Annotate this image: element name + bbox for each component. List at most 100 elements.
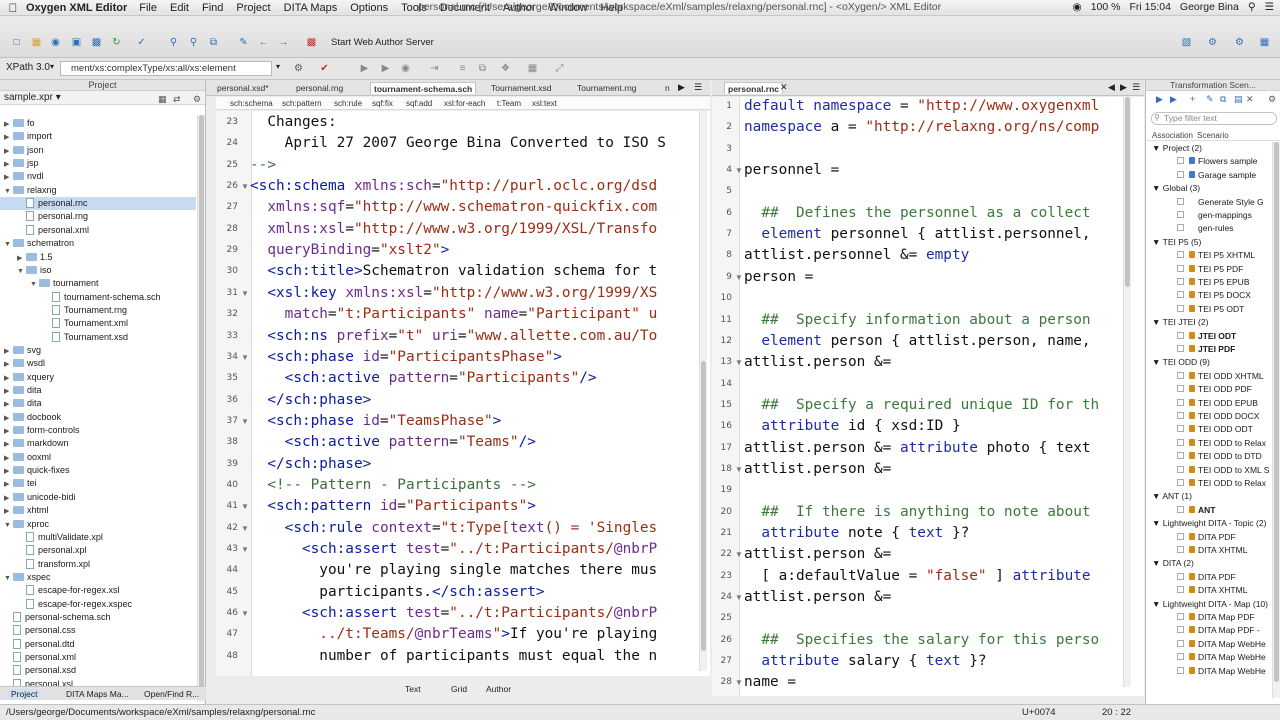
tab-scroll-icon[interactable]: ▶ — [678, 82, 685, 93]
duplicate-scenario-icon[interactable]: ⧉ — [1220, 94, 1226, 105]
chevron-down-icon[interactable]: ▾ — [276, 62, 280, 71]
chevron-right-icon[interactable]: ▶ — [4, 452, 13, 465]
tree-item[interactable]: personal.rng — [0, 210, 196, 223]
breadcrumb-item[interactable]: sch:schema — [230, 97, 273, 110]
scenario-item[interactable]: TEI P5 PDF — [1177, 263, 1243, 276]
chevron-down-icon[interactable]: ▼ — [1152, 357, 1163, 367]
tree-item[interactable]: personal-schema.sch — [0, 611, 196, 624]
scenario-group[interactable]: ▼ ANT (1) — [1152, 490, 1192, 503]
tree-item[interactable]: ▼ relaxng — [0, 184, 196, 197]
scenario-item[interactable]: TEI ODD XHTML — [1177, 370, 1264, 383]
link-editor-icon[interactable]: ⇄ — [173, 94, 181, 105]
scenario-item[interactable]: TEI P5 XHTML — [1177, 249, 1255, 262]
fold-toggle-icon[interactable]: ▼ — [241, 502, 249, 511]
scenario-item[interactable]: DITA XHTML — [1177, 584, 1247, 597]
scenario-checkbox[interactable] — [1177, 586, 1184, 594]
chevron-down-icon[interactable]: ▼ — [4, 572, 13, 585]
chevron-right-icon[interactable]: ▶ — [4, 478, 13, 491]
search-icon[interactable]: ⚲ — [1248, 1, 1256, 13]
scenario-checkbox[interactable] — [1177, 639, 1184, 647]
chevron-down-icon[interactable]: ▼ — [17, 265, 26, 278]
column-scenario[interactable]: Scenario — [1197, 131, 1229, 140]
xpath-input[interactable]: ment/xs:complexType/xs:all/xs:element — [60, 61, 272, 76]
app-name-menu[interactable]: Oxygen XML Editor — [26, 2, 127, 14]
fold-toggle-icon[interactable]: ▼ — [735, 166, 743, 175]
tree-item[interactable]: ▶ xquery — [0, 371, 196, 384]
tree-item[interactable]: ▼ tournament — [0, 277, 196, 290]
scenario-item[interactable]: TEI ODD ODT — [1177, 423, 1253, 436]
save-all-icon[interactable]: ▩ — [90, 36, 103, 49]
breadcrumb-item[interactable]: sqf:fix — [372, 97, 393, 110]
scenario-checkbox[interactable] — [1177, 278, 1184, 285]
breadcrumb-item[interactable]: xsl:for-each — [444, 97, 485, 110]
tree-item[interactable]: ▼ xproc — [0, 518, 196, 531]
breadcrumb-item[interactable]: sch:pattern — [282, 97, 322, 110]
chevron-right-icon[interactable]: ▶ — [4, 145, 13, 158]
back-icon[interactable]: ← — [257, 36, 270, 49]
scenario-item[interactable]: DITA Map PDF — [1177, 611, 1255, 624]
tree-item[interactable]: Tournament.rng — [0, 304, 196, 317]
scenario-item[interactable]: DITA PDF — [1177, 531, 1236, 544]
copy-icon[interactable]: ⧉ — [207, 36, 220, 49]
new-scenario-icon[interactable]: + — [1190, 94, 1195, 104]
chevron-right-icon[interactable]: ▶ — [4, 158, 13, 171]
tree-item[interactable]: ▶ dita — [0, 384, 196, 397]
open-url-icon[interactable]: ◉ — [49, 36, 62, 49]
tree-item[interactable]: ▼ schematron — [0, 237, 196, 250]
menu-project[interactable]: Project — [236, 2, 270, 14]
scenario-checkbox[interactable] — [1177, 438, 1184, 446]
scenario-item[interactable]: Garage sample — [1177, 169, 1256, 182]
tab-personal-rng[interactable]: personal.rng — [293, 82, 346, 94]
scenario-group[interactable]: ▼ Lightweight DITA - Map (10) — [1152, 598, 1268, 611]
perspective-editor-icon[interactable]: ▧ — [1180, 36, 1193, 49]
tree-item[interactable]: ▶ import — [0, 130, 196, 143]
breadcrumb-item[interactable]: t:Team — [497, 97, 521, 110]
chevron-down-icon[interactable]: ▼ — [4, 519, 13, 532]
column-association[interactable]: Association — [1152, 131, 1193, 140]
fold-toggle-icon[interactable]: ▼ — [241, 353, 249, 362]
chevron-right-icon[interactable]: ▶ — [4, 385, 13, 398]
tree-item[interactable]: ▶ quick-fixes — [0, 464, 196, 477]
gear-icon[interactable]: ⚙ — [1268, 94, 1276, 105]
scenario-item[interactable]: TEI ODD to DTD — [1177, 450, 1262, 463]
left-editor-scrollbar[interactable] — [699, 111, 707, 671]
scenario-checkbox[interactable] — [1177, 572, 1184, 580]
settings-icon[interactable]: ⚙ — [292, 62, 305, 75]
tab-list-icon[interactable]: ☰ — [1132, 82, 1140, 93]
tab-dita-maps-manager[interactable]: DITA Maps Ma... — [66, 689, 129, 699]
menu-find[interactable]: Find — [202, 2, 223, 14]
tree-item[interactable]: ▶ fo — [0, 117, 196, 130]
tag-icon[interactable]: ⧉ — [476, 62, 489, 75]
chevron-down-icon[interactable]: ▼ — [4, 238, 13, 251]
perspective-xquery-icon[interactable]: ⚙ — [1233, 36, 1246, 49]
tree-item[interactable]: ▶ svg — [0, 344, 196, 357]
scenario-checkbox[interactable] — [1177, 613, 1184, 620]
chevron-down-icon[interactable]: ▼ — [1152, 558, 1163, 568]
scenario-item[interactable]: TEI ODD to Relax — [1177, 477, 1266, 490]
scenario-checkbox[interactable] — [1177, 264, 1184, 272]
scenario-checkbox[interactable] — [1177, 345, 1184, 352]
tree-item[interactable]: personal.xml — [0, 224, 196, 237]
wifi-icon[interactable]: ◉ — [1073, 1, 1082, 13]
tree-item[interactable]: escape-for-regex.xspec — [0, 598, 196, 611]
tree-item[interactable]: personal.xml — [0, 651, 196, 664]
clock[interactable]: Fri 15:04 — [1129, 1, 1170, 13]
chevron-down-icon[interactable]: ▼ — [1152, 518, 1163, 528]
chevron-right-icon[interactable]: ▶ — [4, 118, 13, 131]
user-menu[interactable]: George Bina — [1180, 1, 1239, 13]
scenario-item[interactable]: DITA PDF — [1177, 571, 1236, 584]
mode-text[interactable]: Text — [397, 683, 429, 695]
gear-icon[interactable]: ⚙ — [193, 94, 201, 105]
scenario-item[interactable]: DITA Map PDF - — [1177, 624, 1260, 637]
chevron-down-icon[interactable]: ▼ — [1152, 237, 1163, 247]
tree-item[interactable]: multiValidate.xpl — [0, 531, 196, 544]
tab-tournament-rng[interactable]: Tournament.rng — [574, 82, 640, 94]
chevron-down-icon[interactable]: ▼ — [30, 278, 39, 291]
chevron-right-icon[interactable]: ▶ — [4, 438, 13, 451]
tree-item[interactable]: tournament-schema.sch — [0, 291, 196, 304]
tab-tournament-xsd[interactable]: Tournament.xsd — [488, 82, 554, 94]
scenario-group[interactable]: ▼ DITA (2) — [1152, 557, 1194, 570]
fold-toggle-icon[interactable]: ▼ — [735, 593, 743, 602]
start-web-author-button[interactable]: Start Web Author Server — [331, 37, 434, 48]
chevron-right-icon[interactable]: ▶ — [4, 425, 13, 438]
